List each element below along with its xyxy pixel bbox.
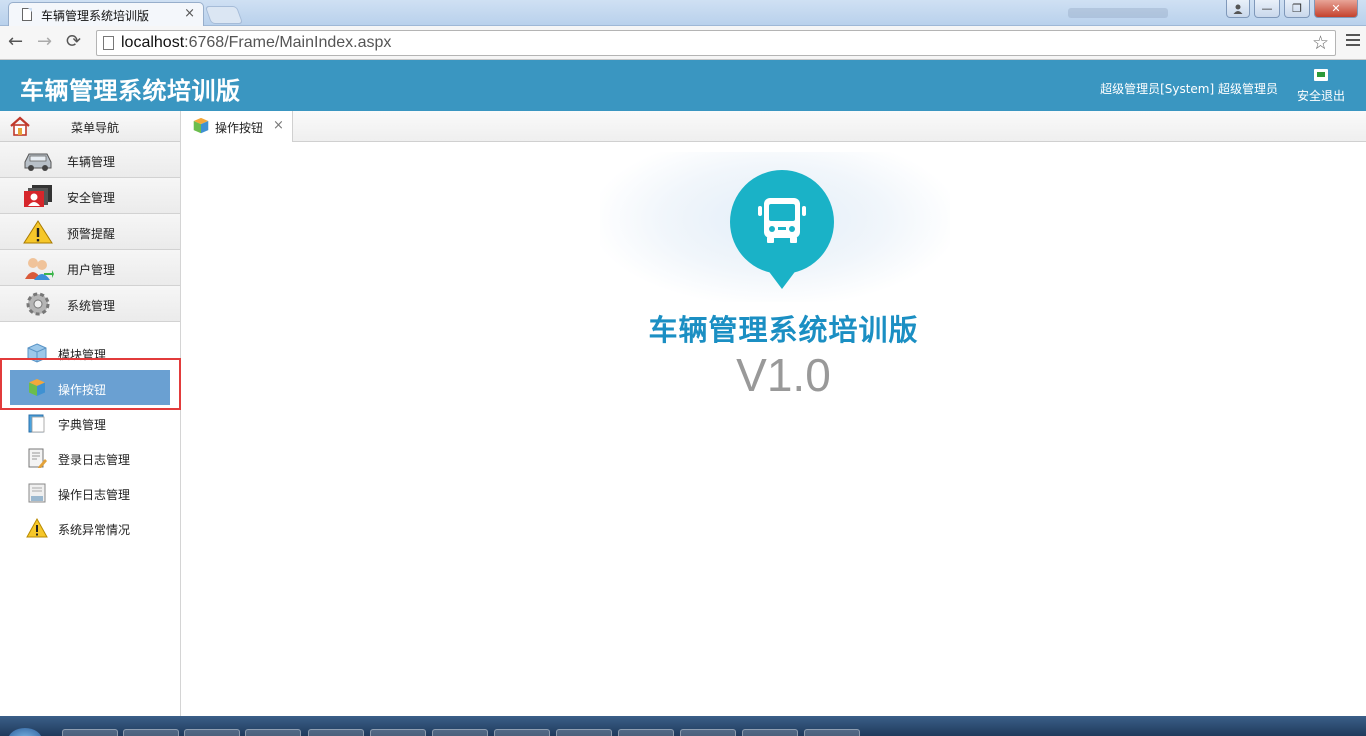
sidebar-item-vehicle[interactable]: 车辆管理 xyxy=(0,142,180,178)
reload-icon[interactable]: ⟳ xyxy=(66,32,81,52)
close-icon[interactable]: × xyxy=(273,118,284,133)
url-path: :6768/Frame/MainIndex.aspx xyxy=(184,34,392,51)
browser-tab-title: 车辆管理系统培训版 xyxy=(41,9,150,23)
taskbar-app[interactable] xyxy=(618,729,674,736)
sidebar-item-warning[interactable]: 预警提醒 xyxy=(0,214,180,250)
browser-toolbar: ← → ⟳ localhost:6768/Frame/MainIndex.asp… xyxy=(0,26,1366,60)
dictionary-icon xyxy=(28,414,45,433)
close-tab-icon[interactable]: × xyxy=(184,6,195,21)
buttons-icon xyxy=(193,117,209,134)
taskbar-app[interactable] xyxy=(804,729,860,736)
logout-icon xyxy=(1314,69,1328,81)
page-icon xyxy=(103,36,114,50)
sidebar-item-label: 安全管理 xyxy=(67,191,116,205)
sidebar-item-label: 系统管理 xyxy=(67,299,116,313)
splash-version: V1.0 xyxy=(736,349,831,401)
blurred-text xyxy=(1068,8,1168,18)
splash-title: 车辆管理系统培训版 xyxy=(648,313,919,347)
taskbar-app[interactable] xyxy=(245,729,301,736)
operation-log-icon xyxy=(28,483,46,503)
page-tabbar: 操作按钮 × xyxy=(181,111,1366,142)
car-icon xyxy=(24,153,52,171)
logo-pin-tail xyxy=(767,269,797,289)
sidebar-item-users[interactable]: 用户管理 xyxy=(0,250,180,286)
tab-operation-buttons[interactable]: 操作按钮 × xyxy=(181,111,293,142)
browser-menu-icon[interactable] xyxy=(1346,34,1360,49)
current-user: 超级管理员[System] 超级管理员 xyxy=(1100,82,1278,96)
submenu-item-label: 登录日志管理 xyxy=(58,453,131,467)
system-submenu: 模块管理 操作按钮 字典管理 登录日志管理 操作日志管理 系统异常情况 xyxy=(0,322,180,545)
restore-button[interactable]: ❐ xyxy=(1284,0,1310,18)
main-content: 车辆管理系统培训版 V1.0 xyxy=(182,142,1366,716)
back-arrow-icon[interactable]: ← xyxy=(8,32,23,52)
sidebar-item-label: 车辆管理 xyxy=(67,155,116,169)
exception-icon xyxy=(26,517,48,538)
gear-icon xyxy=(26,292,50,316)
taskbar-app[interactable] xyxy=(308,729,364,736)
submenu-item-label: 操作按钮 xyxy=(58,383,107,397)
document-icon xyxy=(22,8,32,21)
taskbar-app[interactable] xyxy=(370,729,426,736)
buttons-icon xyxy=(29,379,45,396)
taskbar-app[interactable] xyxy=(556,729,612,736)
submenu-item-label: 操作日志管理 xyxy=(58,488,131,502)
submenu-item-label: 系统异常情况 xyxy=(58,523,131,537)
tab-label: 操作按钮 xyxy=(215,121,264,135)
bookmark-star-icon[interactable]: ☆ xyxy=(1312,32,1329,54)
module-icon xyxy=(27,343,47,363)
url-text[interactable]: localhost:6768/Frame/MainIndex.aspx xyxy=(121,34,391,52)
address-bar[interactable]: localhost:6768/Frame/MainIndex.aspx ☆ xyxy=(96,30,1336,56)
user-icon[interactable] xyxy=(1226,0,1250,18)
submenu-item-dictionary[interactable]: 字典管理 xyxy=(0,405,180,440)
sidebar-item-system[interactable]: 系统管理 xyxy=(0,286,180,322)
sidebar-item-label: 预警提醒 xyxy=(67,227,116,241)
browser-titlebar: 车辆管理系统培训版 × — ❐ ✕ xyxy=(0,0,1366,26)
home-icon[interactable] xyxy=(9,116,31,136)
start-button[interactable] xyxy=(8,728,42,736)
taskbar-app[interactable] xyxy=(62,729,118,736)
app-header: 车辆管理系统培训版 超级管理员[System] 超级管理员 安全退出 xyxy=(0,60,1366,111)
submenu-item-operation-log[interactable]: 操作日志管理 xyxy=(0,475,180,510)
taskbar-app[interactable] xyxy=(432,729,488,736)
sidebar-header: 菜单导航 xyxy=(0,111,180,142)
users-icon xyxy=(25,258,54,280)
taskbar-app[interactable] xyxy=(742,729,798,736)
logout-label: 安全退出 xyxy=(1296,89,1345,103)
taskbar-app[interactable] xyxy=(680,729,736,736)
submenu-item-buttons[interactable]: 操作按钮 xyxy=(10,370,170,405)
sidebar-item-security[interactable]: 安全管理 xyxy=(0,178,180,214)
logout-button[interactable]: 安全退出 xyxy=(1296,67,1346,104)
os-taskbar xyxy=(0,716,1366,736)
submenu-item-module[interactable]: 模块管理 xyxy=(0,335,180,370)
login-log-icon xyxy=(28,448,47,468)
warning-icon xyxy=(23,220,53,244)
sidebar-item-label: 用户管理 xyxy=(67,263,116,277)
window-controls: — ❐ ✕ xyxy=(1226,0,1358,18)
new-tab-button[interactable] xyxy=(204,6,244,24)
browser-tab[interactable]: 车辆管理系统培训版 × xyxy=(8,2,204,26)
submenu-item-label: 模块管理 xyxy=(58,348,107,362)
security-icon xyxy=(24,185,52,207)
sidebar-title: 菜单导航 xyxy=(71,121,120,135)
close-window-button[interactable]: ✕ xyxy=(1314,0,1358,18)
taskbar-app[interactable] xyxy=(494,729,550,736)
sidebar: 菜单导航 车辆管理 安全管理 预警提醒 用户管理 系统管理 模块管理 操作按钮 … xyxy=(0,111,181,716)
forward-arrow-icon[interactable]: → xyxy=(37,32,52,52)
url-host: localhost xyxy=(121,34,185,51)
taskbar-app[interactable] xyxy=(184,729,240,736)
app-title: 车辆管理系统培训版 xyxy=(20,77,241,105)
bus-icon xyxy=(758,198,806,243)
submenu-item-login-log[interactable]: 登录日志管理 xyxy=(0,440,180,475)
submenu-item-label: 字典管理 xyxy=(58,418,107,432)
minimize-button[interactable]: — xyxy=(1254,0,1280,18)
submenu-item-exception[interactable]: 系统异常情况 xyxy=(0,510,180,545)
taskbar-app[interactable] xyxy=(123,729,179,736)
